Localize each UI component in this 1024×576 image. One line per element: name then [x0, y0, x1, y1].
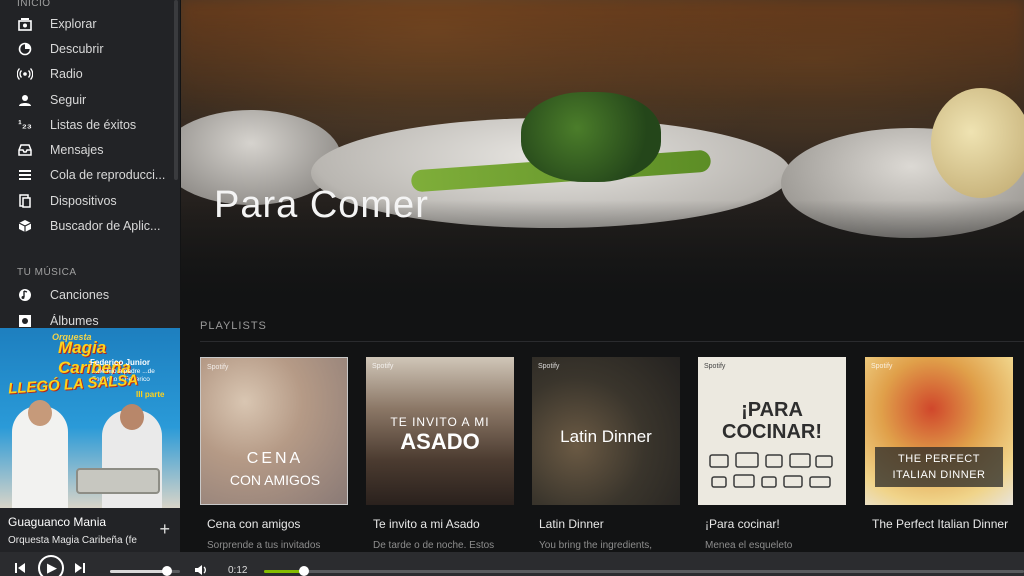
- sidebar-item-buscador[interactable]: Buscador de Aplic...: [0, 213, 180, 238]
- progress-handle[interactable]: [298, 566, 309, 576]
- sidebar-item-cola[interactable]: Cola de reproducci...: [0, 163, 180, 188]
- albums-icon: [17, 313, 33, 329]
- sidebar-item-label: Seguir: [50, 92, 87, 107]
- sidebar-item-label: Listas de éxitos: [50, 117, 137, 132]
- play-button[interactable]: ▶: [38, 555, 64, 576]
- album-art-text: LLEGÓ LA SALSA: [7, 371, 139, 398]
- sidebar-item-descubrir[interactable]: Descubrir: [0, 36, 180, 61]
- radio-icon: [17, 66, 33, 82]
- cover-subtitle: ASADO: [400, 429, 480, 454]
- playlist-name[interactable]: The Perfect Italian Dinner: [865, 516, 1013, 533]
- cover-title: CENA: [246, 450, 304, 467]
- playlist-card[interactable]: Spotify ¡PARA COCINAR! ¡Para cocinar! Me…: [698, 357, 846, 551]
- sidebar-item-mensajes[interactable]: Mensajes: [0, 137, 180, 162]
- playlist-name[interactable]: Te invito a mi Asado: [366, 516, 514, 533]
- playlist-description: Menea el esqueleto: [705, 540, 793, 551]
- cover-subtitle: ITALIAN DINNER: [892, 469, 986, 481]
- playlist-card[interactable]: Spotify Latin Dinner Latin Dinner You br…: [532, 357, 680, 551]
- charts-icon: ¹₂₃: [18, 118, 32, 131]
- cover-title: Latin Dinner: [560, 427, 652, 446]
- cookware-illustration: [709, 452, 833, 488]
- spotify-brand-label: Spotify: [372, 363, 394, 370]
- playlist-card[interactable]: Spotify THE PERFECT ITALIAN DINNER The P…: [865, 357, 1013, 533]
- discover-icon: [17, 41, 33, 57]
- queue-icon: [17, 167, 33, 183]
- album-art-text: Federico Junior: [90, 358, 151, 367]
- sidebar-item-explorar[interactable]: Explorar: [0, 11, 180, 36]
- sidebar-item-listas[interactable]: ¹₂₃ Listas de éxitos: [0, 112, 180, 137]
- playlist-cover[interactable]: Spotify Latin Dinner: [532, 357, 680, 505]
- sidebar-item-label: Dispositivos: [50, 193, 117, 208]
- sidebar-scrollbar[interactable]: [174, 0, 178, 180]
- playlist-cover[interactable]: Spotify TE INVITO A MI ASADO: [366, 357, 514, 505]
- sidebar-item-label: Buscador de Aplic...: [50, 219, 161, 234]
- sidebar-item-radio[interactable]: Radio: [0, 62, 180, 87]
- sidebar-item-canciones[interactable]: Canciones: [0, 283, 180, 308]
- playlist-description: You bring the ingredients,: [539, 540, 653, 551]
- sidebar-item-label: Canciones: [50, 288, 110, 303]
- sidebar-item-label: Radio: [50, 67, 83, 82]
- volume-fill: [110, 570, 168, 573]
- spotify-brand-label: Spotify: [704, 363, 726, 370]
- cover-title: TE INVITO A MI: [390, 415, 490, 429]
- volume-icon[interactable]: [194, 563, 208, 576]
- progress-fill: [264, 570, 304, 573]
- playlist-card[interactable]: Spotify CENA CON AMIGOS Cena con amigos …: [200, 357, 348, 551]
- songs-icon: [17, 287, 33, 303]
- playlist-card[interactable]: Spotify TE INVITO A MI ASADO Te invito a…: [366, 357, 514, 551]
- playlist-name[interactable]: Latin Dinner: [532, 516, 680, 533]
- album-art-text: III parte: [136, 390, 165, 399]
- album-art-figure: [12, 400, 68, 508]
- skip-back-icon[interactable]: [14, 561, 26, 576]
- playlist-name[interactable]: ¡Para cocinar!: [698, 516, 846, 533]
- album-art-drum: [76, 468, 160, 494]
- elapsed-time: 0:12: [228, 565, 248, 576]
- page-title: Para Comer: [214, 184, 429, 226]
- sidebar-item-label: Mensajes: [50, 143, 104, 158]
- play-icon: ▶: [47, 560, 57, 575]
- playlist-name[interactable]: Cena con amigos: [200, 516, 348, 533]
- album-art[interactable]: Orquesta Magia Caribeña Federico Junior …: [0, 328, 180, 508]
- follow-icon: [17, 92, 33, 108]
- playlist-cover[interactable]: Spotify ¡PARA COCINAR!: [698, 357, 846, 505]
- playlist-cover[interactable]: Spotify THE PERFECT ITALIAN DINNER: [865, 357, 1013, 505]
- sidebar-section-main: INICIO: [17, 0, 51, 9]
- playlist-description: Sorprende a tus invitados: [207, 540, 321, 551]
- cover-title: THE PERFECT: [898, 453, 980, 465]
- browse-icon: [17, 16, 33, 32]
- cover-title: ¡PARA: [741, 399, 803, 421]
- now-playing-artist[interactable]: Orquesta Magia Caribeña (fe: [8, 535, 148, 546]
- playlists-section-title: PLAYLISTS: [200, 320, 267, 332]
- spotify-brand-label: Spotify: [207, 364, 229, 371]
- playlist-cover[interactable]: Spotify CENA CON AMIGOS: [200, 357, 348, 505]
- add-to-library-button[interactable]: +: [159, 520, 170, 538]
- sidebar-item-label: Explorar: [50, 16, 97, 31]
- sidebar-section-music: TU MÚSICA: [17, 266, 77, 278]
- sidebar-item-seguir[interactable]: Seguir: [0, 87, 180, 112]
- sidebar-item-dispositivos[interactable]: Dispositivos: [0, 188, 180, 213]
- spotify-brand-label: Spotify: [871, 363, 893, 370]
- sidebar-item-label: Descubrir: [50, 41, 104, 56]
- hero-banner: Para Comer: [181, 0, 1024, 292]
- app-finder-icon: [17, 218, 33, 234]
- divider: [200, 341, 1024, 342]
- sidebar-item-label: Álbumes: [50, 313, 99, 328]
- now-playing: Guaguanco Mania Orquesta Magia Caribeña …: [0, 508, 180, 552]
- cover-subtitle: COCINAR!: [722, 421, 822, 443]
- hero-image: [521, 92, 661, 182]
- progress-bar[interactable]: [264, 570, 1024, 573]
- now-playing-title[interactable]: Guaguanco Mania: [8, 515, 106, 529]
- cover-subtitle: CON AMIGOS: [229, 472, 321, 488]
- sidebar-item-label: Cola de reproducci...: [50, 168, 166, 183]
- skip-forward-icon[interactable]: [74, 561, 86, 576]
- devices-icon: [17, 193, 33, 209]
- playlist-description: De tarde o de noche. Estos: [373, 540, 495, 551]
- spotify-brand-label: Spotify: [538, 363, 560, 370]
- hero-image: [931, 88, 1024, 198]
- inbox-icon: [17, 142, 33, 158]
